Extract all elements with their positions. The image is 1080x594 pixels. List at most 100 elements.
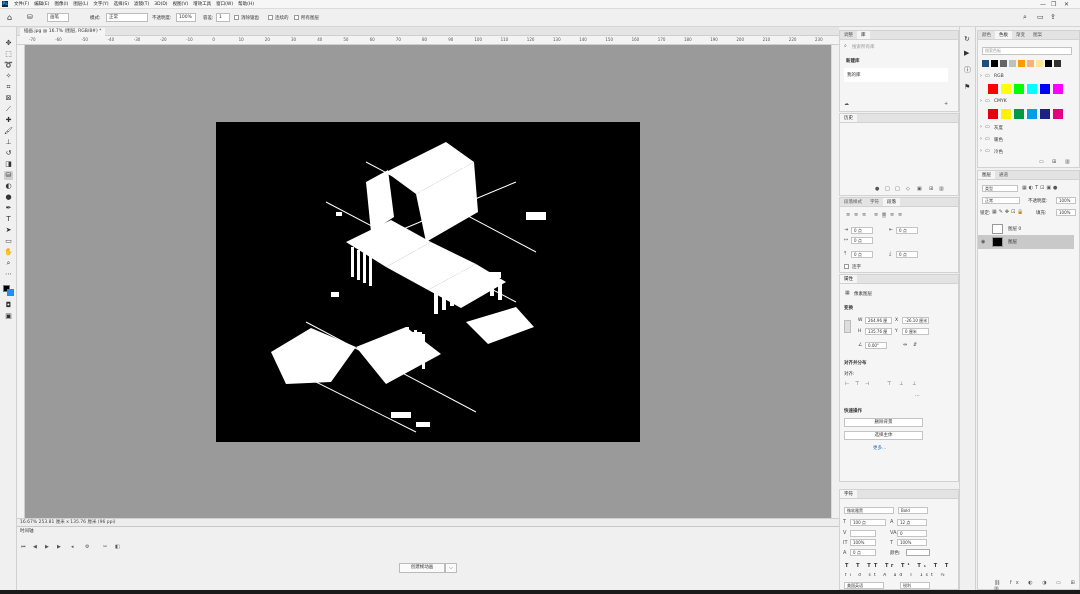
color-swatch[interactable] (1000, 60, 1007, 67)
stamp-tool-icon[interactable]: ⊥ (4, 138, 13, 147)
library-search[interactable]: 搜索所有库 (852, 44, 875, 50)
color-swatch[interactable] (988, 84, 998, 94)
swatch-group-warm[interactable]: 暖色 (994, 137, 1003, 143)
create-timeline-button[interactable]: 创建帧动画 (399, 563, 445, 573)
menu-file[interactable]: 文件(F) (14, 1, 29, 7)
blur-tool-icon[interactable]: ◐ (4, 182, 13, 191)
brush-preset-dropdown[interactable]: 画笔 (47, 13, 69, 22)
color-swatch[interactable] (1027, 109, 1037, 119)
space-before-input[interactable]: 0 点 (851, 251, 873, 258)
align-bottom-edges-icon[interactable]: ⊥ (912, 381, 916, 387)
new-state-icon[interactable]: ▣ (917, 186, 922, 192)
text-color-swatch[interactable] (906, 549, 930, 556)
color-swatch[interactable] (1001, 109, 1011, 119)
artboard-image[interactable] (216, 122, 640, 442)
prev-frame-icon[interactable]: ◀ (33, 544, 37, 550)
workspace-icon[interactable]: ▭ (1037, 13, 1044, 21)
color-swatch[interactable] (1040, 84, 1050, 94)
all-layers-checkbox[interactable] (294, 15, 299, 20)
delete-swatch-icon[interactable]: ▥ (1065, 159, 1070, 165)
menu-view[interactable]: 视图(V) (173, 1, 189, 7)
align-left-edges-icon[interactable]: ⊢ (845, 381, 849, 387)
play-icon[interactable]: ▶ (45, 544, 49, 550)
color-swatch[interactable] (1040, 109, 1050, 119)
color-swatch[interactable] (1054, 60, 1061, 67)
color-swatch[interactable] (1014, 84, 1024, 94)
chevron-icon[interactable]: › (980, 73, 982, 79)
kerning-input[interactable] (850, 530, 876, 537)
layer-row-selected[interactable]: ◉ 图层 (978, 235, 1074, 249)
layer-filter-icons[interactable]: ▦◐T⊡▣● (1022, 185, 1059, 191)
screen-mode-icon[interactable]: ▣ (4, 312, 13, 321)
vscale-input[interactable]: 100% (850, 539, 876, 546)
indent-first-input[interactable]: 0 点 (851, 237, 873, 244)
search-icon[interactable]: ⌕ (1023, 13, 1027, 22)
new-group-icon[interactable]: ▭ (1039, 159, 1044, 165)
color-swatch[interactable] (982, 60, 989, 67)
align-vcenter-icon[interactable]: ⊥ (899, 381, 903, 387)
new-doc-icon[interactable]: □ (885, 186, 890, 192)
font-family-dropdown[interactable]: 微软雅黑 (844, 507, 894, 514)
flip-h-icon[interactable]: ⇹ (903, 342, 907, 348)
move-tool-icon[interactable]: ✥ (4, 39, 13, 48)
menu-filter[interactable]: 滤镜(T) (134, 1, 149, 7)
minimize-button[interactable]: — (1040, 1, 1046, 8)
justify-left-icon[interactable]: ≡ (874, 212, 878, 218)
color-swatch[interactable] (1027, 84, 1037, 94)
menu-edit[interactable]: 编辑(E) (34, 1, 49, 7)
info-icon[interactable]: ⓘ (964, 65, 971, 75)
restore-button[interactable]: ❐ (1051, 1, 1056, 8)
chevron-icon[interactable]: › (980, 98, 982, 104)
opacity-input[interactable]: 100% (176, 13, 196, 22)
tab-character-panel[interactable]: 字符 (840, 490, 857, 498)
lasso-tool-icon[interactable]: ➰ (4, 61, 13, 70)
brush-settings-icon[interactable]: ⚑ (964, 83, 970, 91)
frame-tool-icon[interactable]: ⊠ (4, 94, 13, 103)
pen-tool-icon[interactable]: ✒ (4, 204, 13, 213)
leading-input[interactable]: 12 点 (897, 519, 927, 526)
chevron-icon[interactable]: › (980, 136, 982, 142)
create-timeline-dropdown[interactable]: ⌵ (445, 563, 457, 573)
rectangle-tool-icon[interactable]: ▭ (4, 237, 13, 246)
canvas-vertical-scrollbar[interactable] (831, 45, 839, 518)
color-swatch[interactable] (1018, 60, 1025, 67)
menu-layer[interactable]: 图层(L) (73, 1, 88, 7)
lock-icons[interactable]: ▦✎✥⊡🔒 (992, 209, 1026, 215)
align-center-icon[interactable]: ≡ (854, 212, 858, 218)
menu-plugins[interactable]: 增效工具 (193, 1, 211, 7)
align-hcenter-icon[interactable]: ⊤ (855, 381, 859, 387)
tab-character[interactable]: 字符 (866, 198, 883, 206)
tab-color[interactable]: 颜色 (978, 31, 995, 39)
flip-v-icon[interactable]: ⇵ (913, 342, 917, 348)
menu-window[interactable]: 窗口(W) (216, 1, 233, 7)
tab-history[interactable]: 历史 (840, 114, 857, 122)
tab-paragraph[interactable]: 段落 (883, 198, 900, 206)
space-after-input[interactable]: 0 点 (896, 251, 918, 258)
color-swatch[interactable] (1014, 109, 1024, 119)
snapshot-icon[interactable]: ● (875, 186, 879, 192)
transition-icon[interactable]: ◧ (115, 544, 120, 550)
tolerance-input[interactable]: 1 (216, 13, 230, 22)
tab-adjustments[interactable]: 调整 (840, 31, 857, 39)
more-link[interactable]: 更多... (873, 445, 886, 451)
layer-comp-icon[interactable]: ◇ (906, 186, 910, 192)
bucket-tool-icon[interactable]: ⛁ (27, 13, 33, 22)
antialias-dropdown[interactable]: 锐利 (900, 582, 930, 589)
magic-wand-tool-icon[interactable]: ✧ (4, 72, 13, 81)
swatch-group-rgb[interactable]: RGB (994, 74, 1004, 79)
tab-layers[interactable]: 图层 (978, 171, 995, 179)
chevron-icon[interactable]: › (980, 124, 982, 130)
swatch-search-input[interactable]: 搜索色板 (982, 47, 1072, 55)
audio-icon[interactable]: ◂ (71, 544, 74, 550)
history-icon[interactable]: ↻ (964, 35, 970, 43)
color-swatch[interactable] (1009, 60, 1016, 67)
home-icon[interactable]: ⌂ (7, 13, 12, 22)
path-selection-tool-icon[interactable]: ➤ (4, 226, 13, 235)
swatch-group-cool[interactable]: 冷色 (994, 149, 1003, 155)
delete-state-icon[interactable]: ▥ (939, 186, 944, 192)
color-swatch[interactable] (1053, 109, 1063, 119)
opentype-buttons[interactable]: fi σ st A ad T 1st ½ (845, 573, 948, 578)
color-swatch[interactable] (1053, 84, 1063, 94)
antialias-checkbox[interactable] (234, 15, 239, 20)
x-input[interactable]: -26.10 厘米 (902, 317, 929, 324)
